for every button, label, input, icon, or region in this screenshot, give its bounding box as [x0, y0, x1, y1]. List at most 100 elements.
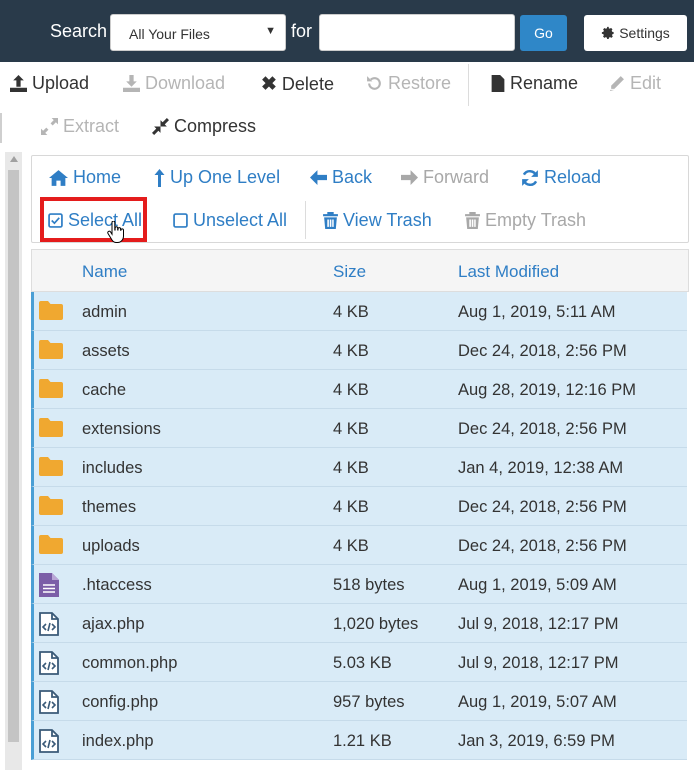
table-row[interactable]: includes 4 KB Jan 4, 2019, 12:38 AM [31, 448, 687, 487]
compress-icon [152, 118, 169, 135]
column-header-size[interactable]: Size [333, 262, 366, 282]
folder-icon [39, 417, 63, 442]
view-trash-button[interactable]: View Trash [323, 210, 432, 231]
file-modified: Dec 24, 2018, 2:56 PM [458, 537, 627, 555]
search-input[interactable] [319, 14, 515, 51]
upload-button[interactable]: Upload [10, 73, 89, 94]
search-label: Search [50, 21, 108, 41]
file-name[interactable]: admin [82, 303, 127, 322]
file-size: 957 bytes [333, 693, 405, 711]
text-file-icon [39, 573, 59, 602]
file-name[interactable]: includes [82, 459, 143, 478]
back-button[interactable]: Back [310, 167, 372, 188]
chevron-down-icon: ▼ [265, 25, 276, 37]
select-all-highlight [40, 197, 147, 242]
file-name[interactable]: .htaccess [82, 576, 152, 595]
folder-icon [39, 300, 63, 325]
left-edge-divider [0, 113, 2, 143]
column-header-modified[interactable]: Last Modified [458, 262, 559, 282]
file-icon [491, 75, 505, 92]
file-name[interactable]: index.php [82, 732, 154, 751]
restore-button[interactable]: Restore [366, 73, 451, 94]
trash-icon [323, 212, 338, 229]
file-name[interactable]: extensions [82, 420, 161, 439]
search-scope-select[interactable]: All Your Files ▼ [110, 14, 286, 51]
nav-divider [305, 201, 306, 239]
file-name[interactable]: cache [82, 381, 126, 400]
folder-icon [39, 456, 63, 481]
empty-trash-button[interactable]: Empty Trash [465, 210, 586, 231]
forward-label: Forward [423, 167, 490, 187]
file-size: 1.21 KB [333, 732, 392, 750]
home-label: Home [73, 167, 122, 187]
download-icon [123, 75, 140, 92]
file-modified: Jul 9, 2018, 12:17 PM [458, 654, 619, 672]
code-file-icon [39, 612, 59, 641]
scroll-up-icon[interactable] [10, 156, 18, 162]
reload-button[interactable]: Reload [521, 167, 601, 188]
file-size: 5.03 KB [333, 654, 392, 672]
upload-icon [10, 75, 27, 92]
file-size: 4 KB [333, 342, 369, 360]
compress-button[interactable]: Compress [152, 116, 256, 137]
table-row[interactable]: .htaccess 518 bytes Aug 1, 2019, 5:09 AM [31, 565, 687, 604]
restore-icon [367, 76, 381, 90]
edit-button[interactable]: Edit [608, 73, 661, 94]
view-trash-label: View Trash [343, 210, 432, 230]
code-file-icon [39, 690, 59, 719]
file-size: 1,020 bytes [333, 615, 419, 633]
rename-button[interactable]: Rename [491, 73, 578, 94]
file-modified: Jul 9, 2018, 12:17 PM [458, 615, 619, 633]
upload-label: Upload [32, 73, 90, 93]
folder-icon [39, 339, 63, 364]
home-button[interactable]: Home [49, 167, 121, 188]
folder-icon [39, 378, 63, 403]
table-row[interactable]: cache 4 KB Aug 28, 2019, 12:16 PM [31, 370, 687, 409]
table-row[interactable]: uploads 4 KB Dec 24, 2018, 2:56 PM [31, 526, 687, 565]
close-icon: ✖ [261, 74, 277, 95]
file-modified: Dec 24, 2018, 2:56 PM [458, 420, 627, 438]
column-header-name[interactable]: Name [82, 262, 127, 282]
table-row[interactable]: index.php 1.21 KB Jan 3, 2019, 6:59 PM [31, 721, 687, 760]
up-one-level-button[interactable]: Up One Level [154, 167, 280, 188]
scrollbar-thumb[interactable] [8, 170, 19, 742]
forward-button[interactable]: Forward [401, 167, 489, 188]
file-modified: Aug 1, 2019, 5:09 AM [458, 576, 617, 594]
extract-button[interactable]: Extract [41, 116, 119, 137]
compress-label: Compress [174, 116, 257, 136]
folder-tree-scrollbar[interactable] [5, 152, 22, 770]
table-row[interactable]: ajax.php 1,020 bytes Jul 9, 2018, 12:17 PM [31, 604, 687, 643]
download-button[interactable]: Download [123, 73, 225, 94]
file-modified: Aug 28, 2019, 12:16 PM [458, 381, 636, 399]
file-size: 518 bytes [333, 576, 405, 594]
file-name[interactable]: assets [82, 342, 130, 361]
home-icon [49, 169, 68, 186]
file-name[interactable]: common.php [82, 654, 177, 673]
file-modified: Aug 1, 2019, 5:11 AM [458, 303, 616, 321]
table-row[interactable]: admin 4 KB Aug 1, 2019, 5:11 AM [31, 292, 687, 331]
pencil-icon [610, 76, 624, 91]
reload-label: Reload [544, 167, 602, 187]
settings-button[interactable]: Settings [584, 15, 687, 51]
table-row[interactable]: config.php 957 bytes Aug 1, 2019, 5:07 AM [31, 682, 687, 721]
file-name[interactable]: uploads [82, 537, 140, 556]
extract-label: Extract [63, 116, 120, 136]
file-size: 4 KB [333, 459, 369, 477]
file-name[interactable]: config.php [82, 693, 158, 712]
go-button[interactable]: Go [520, 15, 567, 51]
file-name[interactable]: themes [82, 498, 136, 517]
checkbox-empty-icon [173, 213, 188, 228]
file-name[interactable]: ajax.php [82, 615, 144, 634]
trash-icon [465, 212, 480, 229]
table-row[interactable]: themes 4 KB Dec 24, 2018, 2:56 PM [31, 487, 687, 526]
file-modified: Jan 3, 2019, 6:59 PM [458, 732, 615, 750]
table-row[interactable]: common.php 5.03 KB Jul 9, 2018, 12:17 PM [31, 643, 687, 682]
table-row[interactable]: extensions 4 KB Dec 24, 2018, 2:56 PM [31, 409, 687, 448]
delete-button[interactable]: ✖ Delete [261, 73, 334, 96]
restore-label: Restore [388, 73, 452, 93]
unselect-all-label: Unselect All [193, 210, 288, 230]
arrow-up-icon [154, 168, 165, 187]
table-row[interactable]: assets 4 KB Dec 24, 2018, 2:56 PM [31, 331, 687, 370]
unselect-all-button[interactable]: Unselect All [173, 210, 287, 231]
file-modified: Jan 4, 2019, 12:38 AM [458, 459, 624, 477]
